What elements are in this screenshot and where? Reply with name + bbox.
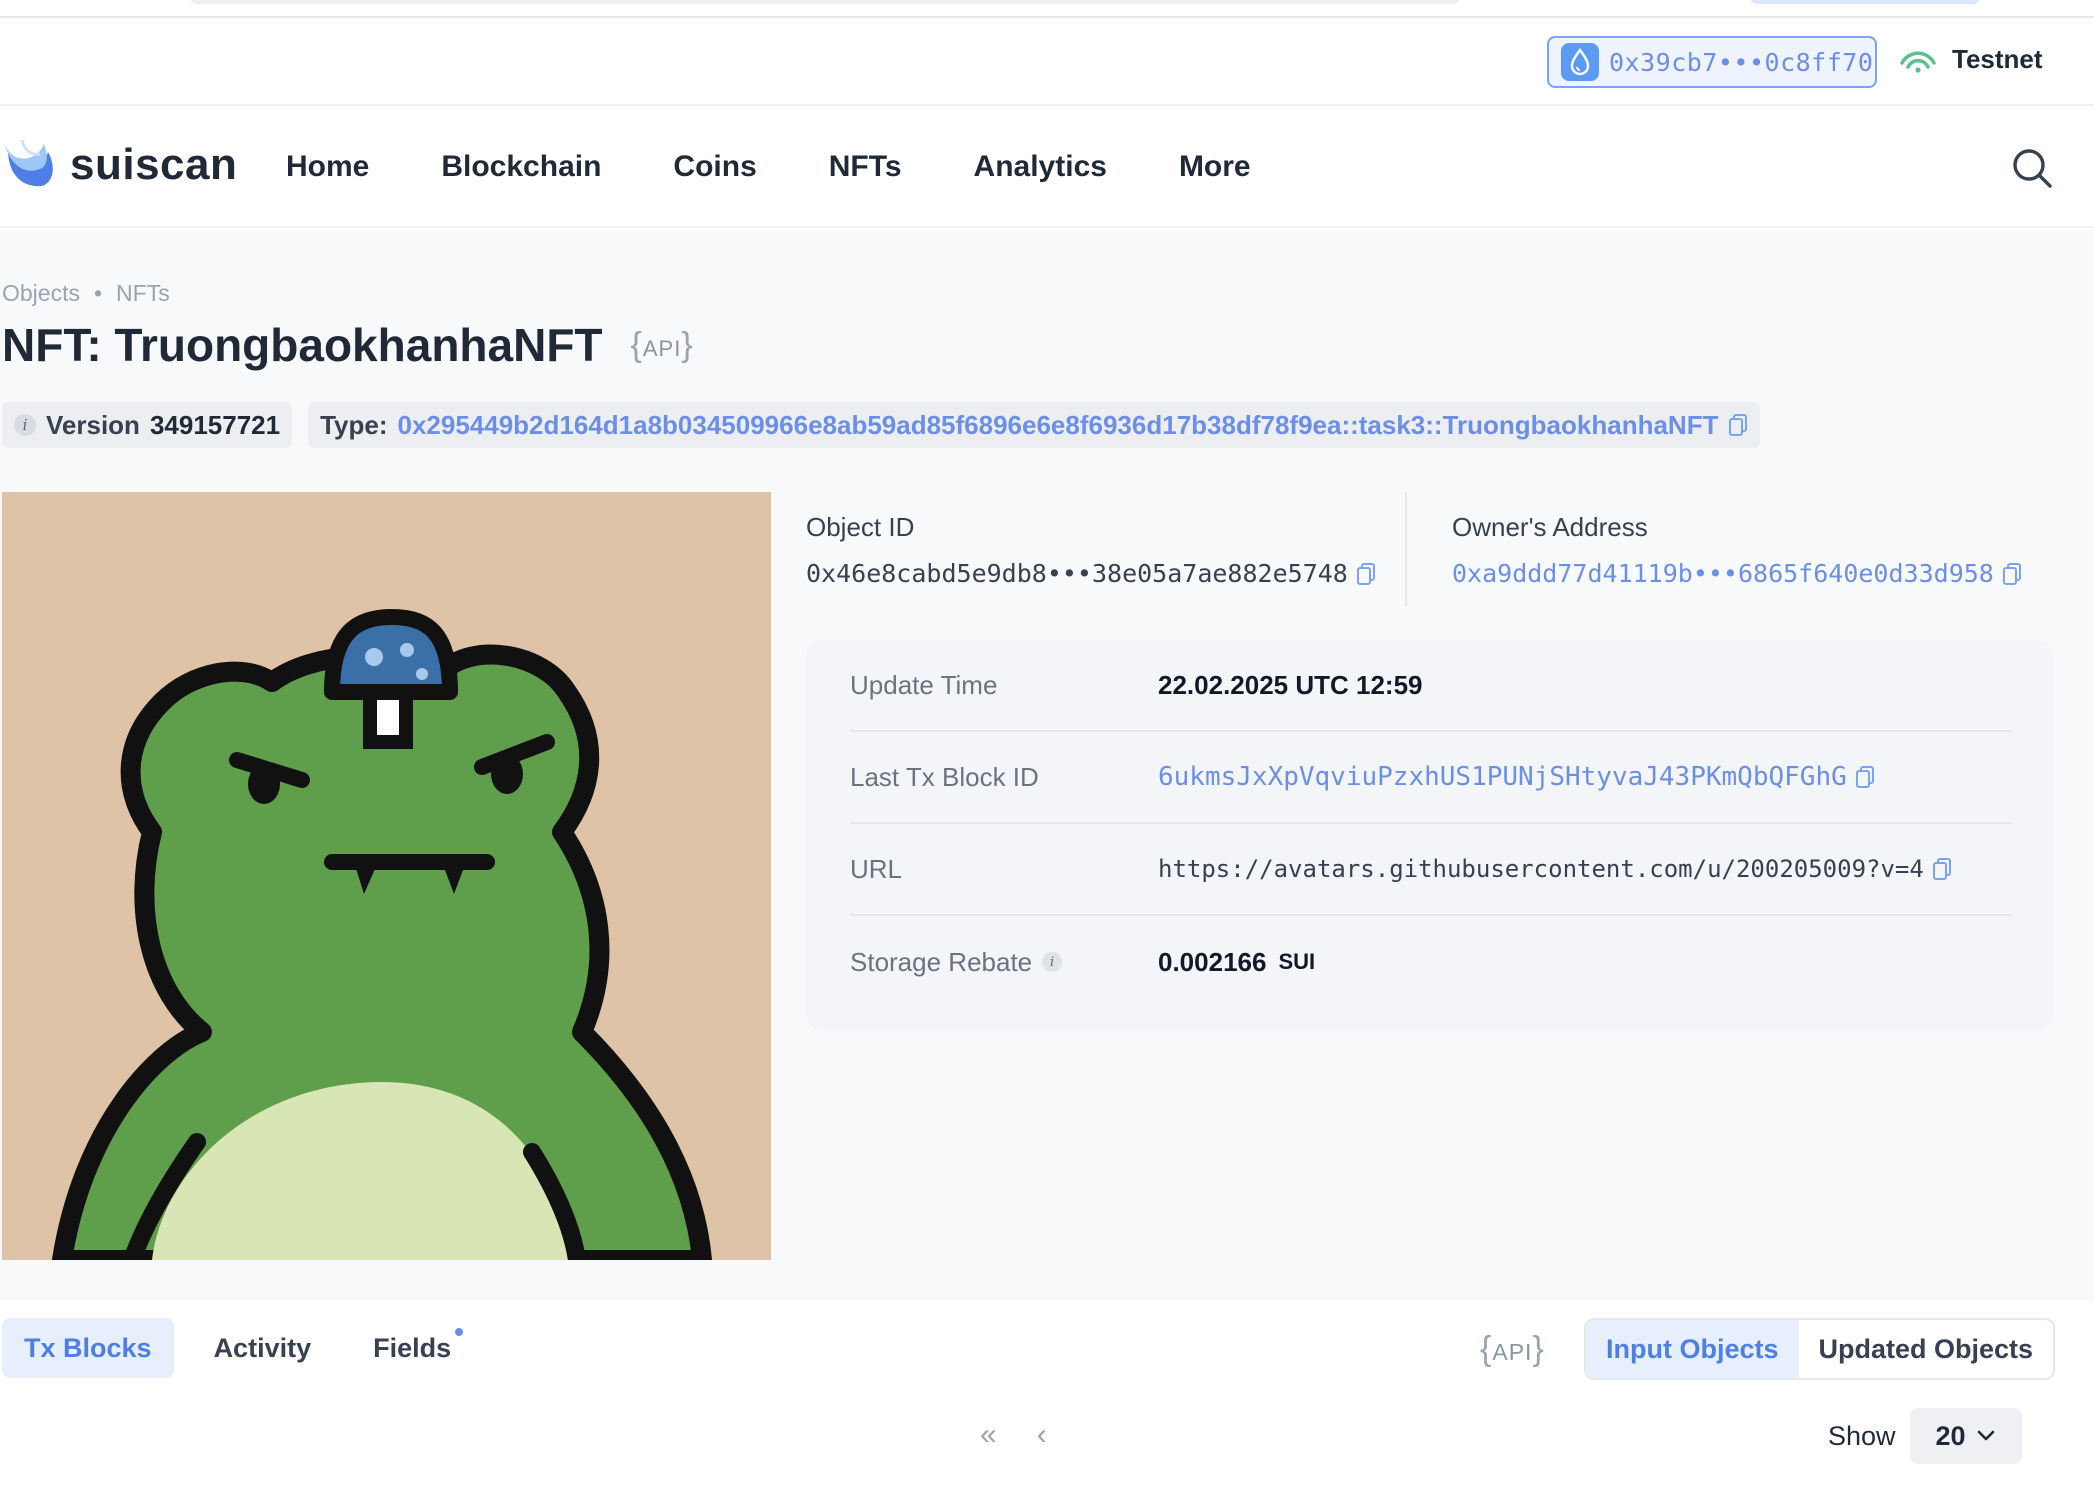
storage-rebate-value: 0.002166	[1158, 946, 1267, 977]
version-label: Version	[46, 409, 140, 440]
nav-blockchain[interactable]: Blockchain	[441, 150, 601, 184]
info-icon[interactable]: i	[1042, 952, 1063, 972]
copy-icon[interactable]	[1356, 562, 1376, 586]
object-id-row: 0x46e8cabd5e9db8•••38e05a7ae882e5748	[806, 559, 1376, 588]
detail-row-update-time: Update Time 22.02.2025 UTC 12:59	[850, 640, 2012, 732]
prev-page-button[interactable]: ‹	[1037, 1418, 1047, 1452]
object-id-value: 0x46e8cabd5e9db8•••38e05a7ae882e5748	[806, 559, 1348, 588]
version-value: 349157721	[149, 409, 281, 440]
search-icon	[2013, 149, 2052, 188]
tabs: Tx Blocks Activity Fields	[2, 1318, 473, 1378]
details-card: Update Time 22.02.2025 UTC 12:59 Last Tx…	[806, 640, 2054, 1030]
type-value-link[interactable]: 0x295449b2d164d1a8b034509966e8ab59ad85f6…	[398, 410, 1719, 441]
updated-objects-button[interactable]: Updated Objects	[1799, 1320, 2054, 1378]
nav-home[interactable]: Home	[286, 150, 369, 184]
nav-nfts[interactable]: NFTs	[829, 150, 902, 184]
main-nav: suiscan Home Blockchain Coins NFTs Analy…	[0, 108, 2094, 228]
tab-activity[interactable]: Activity	[192, 1318, 334, 1378]
top-search-pill	[190, 0, 1460, 4]
tab-fields-label: Fields	[373, 1332, 452, 1363]
tab-fields[interactable]: Fields	[351, 1318, 473, 1378]
sui-drop-icon	[1561, 43, 1599, 81]
storage-rebate-label: Storage Rebate	[850, 946, 1033, 977]
last-tx-link[interactable]: 6ukmsJxXpVqviuPzxhUS1PUNjSHtyvaJ43PKmQbQ…	[1158, 762, 1847, 792]
notification-dot	[453, 1326, 466, 1338]
type-label: Type:	[320, 409, 388, 440]
search-button[interactable]	[2010, 146, 2054, 190]
copy-icon[interactable]	[2002, 562, 2022, 586]
info-icon[interactable]: i	[14, 414, 36, 436]
show-label: Show	[1828, 1420, 1896, 1451]
wallet-bar: 0x39cb7•••0c8ff70 Testnet	[0, 20, 2094, 106]
column-divider	[1405, 492, 1407, 606]
url-value: https://avatars.githubusercontent.com/u/…	[1158, 855, 1924, 883]
page-size-value: 20	[1935, 1420, 1966, 1451]
breadcrumb-nfts[interactable]: NFTs	[116, 280, 170, 307]
detail-row-url: URL https://avatars.githubusercontent.co…	[850, 824, 2012, 916]
owner-address-label: Owner's Address	[1452, 512, 1648, 542]
api-link-2[interactable]: {API}	[1480, 1330, 1545, 1369]
network-label: Testnet	[1952, 44, 2043, 74]
suiscan-logo[interactable]: suiscan	[2, 136, 237, 194]
copy-icon[interactable]	[1728, 413, 1748, 437]
nft-image	[2, 492, 771, 1260]
nav-more[interactable]: More	[1179, 150, 1251, 184]
nav-coins[interactable]: Coins	[673, 150, 756, 184]
page-title-row: NFT: TruongbaokhanhaNFT {API}	[2, 318, 694, 372]
tab-tx-blocks[interactable]: Tx Blocks	[2, 1318, 174, 1378]
storage-rebate-unit: SUI	[1278, 949, 1316, 974]
pagination: « ‹	[980, 1418, 1047, 1452]
api-link[interactable]: {API}	[631, 326, 694, 365]
nav-analytics[interactable]: Analytics	[974, 150, 1107, 184]
first-page-button[interactable]: «	[980, 1418, 997, 1452]
api-label: API	[642, 335, 682, 361]
storage-rebate-label-wrap: Storage Rebate i	[850, 947, 1158, 978]
update-time-label: Update Time	[850, 669, 998, 700]
copy-icon[interactable]	[1932, 857, 1952, 881]
copy-icon[interactable]	[1855, 765, 1875, 789]
input-objects-button[interactable]: Input Objects	[1586, 1320, 1799, 1378]
last-tx-row: 6ukmsJxXpVqviuPzxhUS1PUNjSHtyvaJ43PKmQbQ…	[1158, 762, 1875, 792]
wallet-address-button[interactable]: 0x39cb7•••0c8ff70	[1547, 36, 1877, 88]
meta-row: i Version 349157721 Type: 0x295449b2d164…	[2, 402, 1761, 448]
network-selector[interactable]: Testnet	[1898, 44, 2043, 75]
chevron-down-icon	[1977, 1430, 1994, 1441]
url-row: https://avatars.githubusercontent.com/u/…	[1158, 855, 1952, 883]
detail-row-last-tx: Last Tx Block ID 6ukmsJxXpVqviuPzxhUS1PU…	[850, 732, 2012, 824]
object-id-label: Object ID	[806, 512, 915, 542]
page-size-select[interactable]: 20	[1909, 1408, 2022, 1464]
page-title: NFT: TruongbaokhanhaNFT	[2, 319, 603, 371]
breadcrumb: Objects • NFTs	[2, 280, 170, 307]
owner-address-row: 0xa9ddd77d41119b•••6865f640e0d33d958	[1452, 559, 2022, 588]
version-chip: i Version 349157721	[2, 402, 293, 448]
owner-address-link[interactable]: 0xa9ddd77d41119b•••6865f640e0d33d958	[1452, 559, 1994, 588]
signal-icon	[1900, 51, 1936, 73]
breadcrumb-separator: •	[93, 280, 103, 306]
top-action-pill	[1750, 0, 1980, 4]
browser-top-strip	[0, 0, 2094, 18]
objects-segmented-control: Input Objects Updated Objects	[1584, 1318, 2056, 1380]
nav-links: Home Blockchain Coins NFTs Analytics Mor…	[286, 150, 1323, 184]
logo-text: suiscan	[70, 140, 238, 189]
update-time-value: 22.02.2025 UTC 12:59	[1158, 669, 1423, 700]
storage-rebate-row: 0.002166 SUI	[1158, 947, 1315, 978]
api-label-2: API	[1492, 1339, 1533, 1365]
url-label: URL	[850, 853, 903, 884]
breadcrumb-objects[interactable]: Objects	[2, 280, 80, 307]
detail-row-storage-rebate: Storage Rebate i 0.002166 SUI	[850, 916, 2012, 1008]
owner-address-block: Owner's Address 0xa9ddd77d41119b•••6865f…	[1452, 512, 2022, 588]
suiscan-logo-icon	[4, 139, 53, 187]
last-tx-label: Last Tx Block ID	[850, 761, 1039, 792]
wallet-address: 0x39cb7•••0c8ff70	[1609, 47, 1874, 77]
type-chip: Type: 0x295449b2d164d1a8b034509966e8ab59…	[308, 402, 1761, 448]
frog-illustration	[2, 492, 771, 1260]
page-size-control: Show 20	[1828, 1408, 2022, 1464]
object-id-block: Object ID 0x46e8cabd5e9db8•••38e05a7ae88…	[806, 512, 1376, 588]
